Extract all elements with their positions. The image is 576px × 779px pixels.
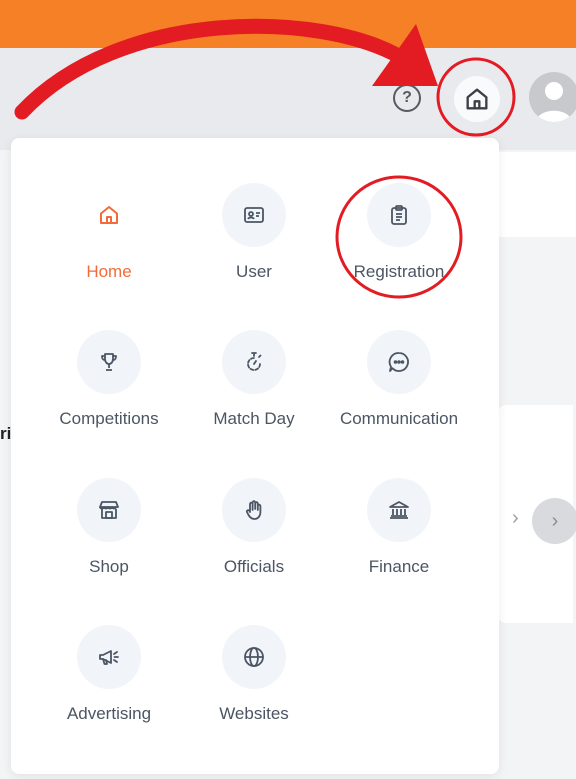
background-partial-text: ri [0, 424, 12, 443]
menu-item-label: Communication [339, 409, 459, 428]
menu-item-label: Shop [89, 557, 129, 576]
menu-item-shop[interactable]: Shop [44, 478, 174, 588]
help-button[interactable]: ? [393, 84, 421, 112]
menu-item-home[interactable]: Home [44, 183, 174, 293]
globe-icon [244, 647, 264, 667]
menu-item-user[interactable]: User [189, 183, 319, 293]
chat-bubble-icon [388, 352, 409, 372]
trophy-icon [101, 353, 117, 371]
menu-item-competitions[interactable]: Competitions [44, 330, 174, 440]
menu-item-label: Officials [223, 557, 285, 576]
menu-item-match-day[interactable]: Match Day [189, 330, 319, 440]
menu-item-finance[interactable]: Finance [334, 478, 464, 588]
menu-item-advertising[interactable]: Advertising [44, 625, 174, 735]
menu-icon-container [367, 183, 431, 247]
stopwatch-icon [247, 352, 262, 371]
menu-icon-container [77, 478, 141, 542]
menu-item-label: User [236, 262, 272, 281]
chevron-right-icon: › [551, 509, 559, 532]
chevron-right-icon[interactable]: › [512, 507, 519, 530]
menu-item-label: Advertising [66, 704, 152, 723]
menu-item-registration[interactable]: Registration [334, 183, 464, 293]
menu-item-label: Websites [219, 704, 289, 723]
menu-icon-container [77, 625, 141, 689]
menu-item-label: Home [86, 262, 132, 281]
menu-icon-container [222, 625, 286, 689]
menu-icon-container [222, 183, 286, 247]
menu-item-officials[interactable]: Officials [189, 478, 319, 588]
bank-icon [389, 501, 409, 519]
menu-icon-container [77, 330, 141, 394]
id-card-icon [244, 207, 264, 223]
menu-item-label: Finance [368, 557, 430, 576]
top-brand-bar [0, 0, 576, 48]
menu-item-label: Competitions [59, 409, 159, 428]
hand-icon [246, 500, 262, 520]
menu-icon-container [367, 478, 431, 542]
menu-item-label: Registration [353, 262, 445, 281]
menu-item-communication[interactable]: Communication [334, 330, 464, 440]
home-button[interactable] [454, 76, 500, 122]
home-icon [100, 206, 118, 224]
background-card [498, 152, 576, 237]
megaphone-icon [99, 650, 119, 665]
menu-icon-container [77, 183, 141, 247]
menu-item-label: Match Day [213, 409, 295, 428]
avatar[interactable] [529, 72, 576, 122]
menu-item-websites[interactable]: Websites [189, 625, 319, 735]
menu-icon-container [222, 478, 286, 542]
help-circle-icon: ? [402, 89, 412, 106]
home-icon [466, 88, 488, 110]
menu-icon-container [367, 330, 431, 394]
storefront-icon [99, 501, 119, 519]
user-avatar-icon [536, 82, 572, 122]
menu-icon-container [222, 330, 286, 394]
app-switcher-menu: Home User Registration Competitions Matc… [11, 138, 499, 774]
clipboard-icon [391, 205, 407, 225]
carousel-next-button[interactable]: › [532, 498, 576, 544]
